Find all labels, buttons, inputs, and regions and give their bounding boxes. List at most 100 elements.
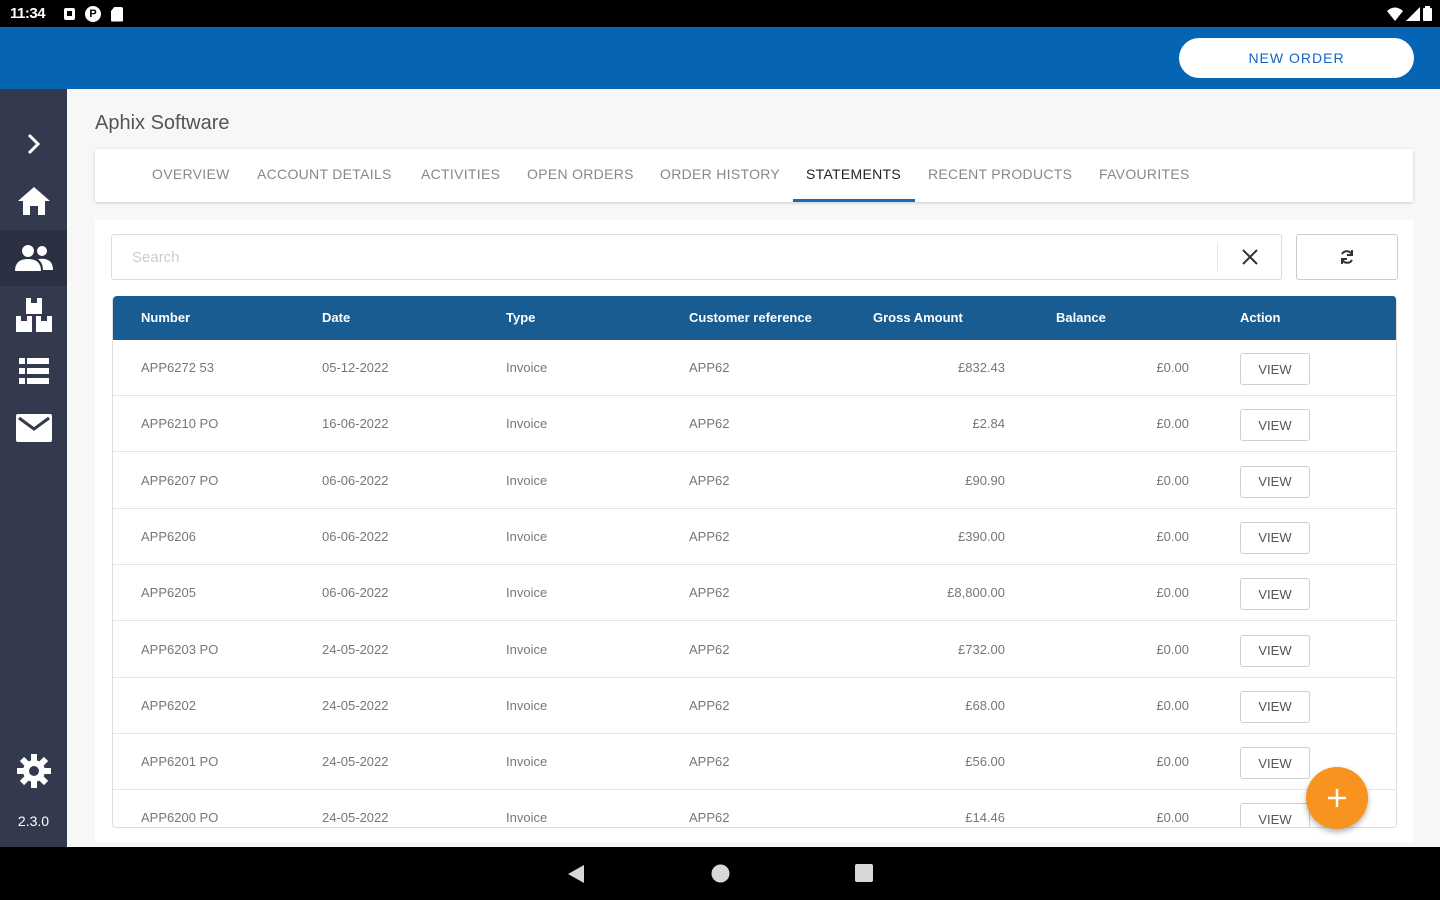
column-header-date[interactable]: Date [322, 296, 350, 340]
page-title: Aphix Software [95, 112, 230, 134]
view-button[interactable]: VIEW [1240, 634, 1310, 667]
view-button[interactable]: VIEW [1240, 690, 1310, 723]
recents-icon[interactable] [855, 864, 873, 882]
column-header-type[interactable]: Type [506, 296, 535, 340]
cell-customer-reference: APP62 [689, 416, 730, 432]
view-button[interactable]: VIEW [1240, 747, 1310, 780]
cell-gross-amount: £390.00 [958, 528, 1005, 544]
cell-number: APP6202 [141, 697, 196, 713]
system-nav-bar [0, 847, 1440, 900]
cell-balance: £0.00 [1156, 360, 1189, 375]
cell-customer-reference: APP62 [689, 810, 730, 826]
cell-date: 06-06-2022 [322, 472, 389, 488]
cell-number: APP6206 [141, 528, 196, 544]
cell-number: APP6203 PO [141, 641, 219, 657]
cell-date: 24-05-2022 [322, 697, 389, 713]
table-row: APP6200 PO 24-05-2022 Invoice APP62 £14.46 £0… [113, 790, 1396, 827]
notification-icon [64, 8, 75, 20]
cell-date: 24-05-2022 [322, 641, 389, 657]
cell-type: Invoice [506, 360, 548, 375]
tab-overview[interactable]: OVERVIEW [152, 149, 230, 202]
table-row: APP6206 06-06-2022 Invoice APP62 £390.00 £0.0… [113, 509, 1396, 565]
statements-card: Number Date Type Customer reference Gros… [95, 220, 1413, 842]
back-icon[interactable] [566, 864, 586, 884]
cell-gross-amount: £68.00 [965, 697, 1005, 713]
cell-date: 05-12-2022 [322, 360, 389, 375]
cell-gross-amount: £832.43 [958, 360, 1005, 375]
cell-customer-reference: APP62 [689, 754, 730, 770]
add-fab-button[interactable] [1306, 767, 1368, 829]
tab-statements[interactable]: STATEMENTS [806, 149, 901, 202]
cell-number: APP6200 PO [141, 810, 219, 826]
search-input[interactable] [112, 235, 1217, 279]
cell-date: 24-05-2022 [322, 754, 389, 770]
cell-balance: £0.00 [1156, 754, 1189, 770]
status-time: 11:34 [10, 5, 46, 22]
sidebar-item-home[interactable] [0, 173, 67, 229]
sidebar-item-orders[interactable] [0, 343, 67, 399]
home-nav-icon[interactable] [711, 864, 730, 883]
tab-open-orders[interactable]: OPEN ORDERS [527, 149, 634, 202]
cell-customer-reference: APP62 [689, 697, 730, 713]
table-row: APP6210 PO 16-06-2022 Invoice APP62 £2.84 £0.… [113, 396, 1396, 453]
refresh-icon [1341, 250, 1353, 264]
view-button[interactable]: VIEW [1240, 803, 1310, 827]
tab-favourites[interactable]: FAVOURITES [1099, 149, 1190, 202]
cell-type: Invoice [506, 585, 548, 601]
active-tab-indicator [793, 199, 915, 202]
tab-recent-products[interactable]: RECENT PRODUCTS [928, 149, 1072, 202]
view-button[interactable]: VIEW [1240, 353, 1310, 385]
sidebar-item-expand[interactable] [0, 116, 67, 172]
table-row: APP6202 24-05-2022 Invoice APP62 £68.00 £0.00… [113, 678, 1396, 734]
cell-type: Invoice [506, 697, 548, 713]
main-content: Aphix Software OVERVIEW ACCOUNT DETAILS … [67, 89, 1440, 847]
boxes-icon [15, 298, 52, 332]
cell-gross-amount: £8,800.00 [947, 585, 1005, 601]
app-header: NEW ORDER [0, 27, 1440, 89]
sidebar-item-products[interactable] [0, 287, 67, 343]
mail-icon [15, 414, 52, 442]
sidebar-item-messages[interactable] [0, 400, 67, 456]
sidebar-item-customers[interactable] [0, 230, 67, 286]
app-version: 2.3.0 [17, 813, 50, 829]
cell-gross-amount: £2.84 [972, 416, 1005, 432]
table-row: APP6272 53 05-12-2022 Invoice APP62 £832.43 £… [113, 340, 1396, 396]
view-button[interactable]: VIEW [1240, 578, 1310, 611]
cell-date: 16-06-2022 [322, 416, 389, 432]
close-icon [1242, 249, 1258, 265]
cell-number: APP6210 PO [141, 416, 219, 432]
clear-search-button[interactable] [1218, 235, 1282, 279]
cell-number: APP6201 PO [141, 754, 219, 770]
column-header-action: Action [1240, 310, 1281, 325]
sidebar: 2.3.0 [0, 89, 67, 847]
cell-balance: £0.00 [1156, 416, 1189, 432]
tab-account-details[interactable]: ACCOUNT DETAILS [257, 149, 392, 202]
sidebar-item-settings[interactable] [0, 743, 67, 799]
view-button[interactable]: VIEW [1240, 521, 1310, 554]
cell-date: 06-06-2022 [322, 585, 389, 601]
cell-customer-reference: APP62 [689, 641, 730, 657]
view-button[interactable]: VIEW [1240, 465, 1310, 498]
cell-gross-amount: £56.00 [965, 754, 1005, 770]
refresh-button[interactable] [1296, 234, 1398, 280]
search-box [111, 234, 1282, 280]
cell-date: 24-05-2022 [322, 810, 389, 826]
cell-gross-amount: £14.46 [965, 810, 1005, 826]
column-header-gross-amount[interactable]: Gross Amount [873, 296, 963, 340]
list-icon [18, 358, 49, 384]
cell-number: APP6272 53 [141, 360, 215, 375]
column-header-number[interactable]: Number [141, 296, 190, 340]
tab-activities[interactable]: ACTIVITIES [421, 149, 500, 202]
table-row: APP6205 06-06-2022 Invoice APP62 £8,800.00 £0… [113, 565, 1396, 622]
sd-card-icon [111, 6, 123, 22]
column-header-balance[interactable]: Balance [1056, 296, 1106, 340]
cell-gross-amount: £732.00 [958, 641, 1005, 657]
tab-order-history[interactable]: ORDER HISTORY [660, 149, 780, 202]
column-header-customer-reference[interactable]: Customer reference [689, 296, 812, 340]
view-button[interactable]: VIEW [1240, 409, 1310, 442]
new-order-button[interactable]: NEW ORDER [1179, 38, 1414, 78]
cell-type: Invoice [506, 810, 548, 826]
cell-balance: £0.00 [1156, 528, 1189, 544]
cell-customer-reference: APP62 [689, 585, 730, 601]
chevron-right-icon [27, 133, 40, 155]
